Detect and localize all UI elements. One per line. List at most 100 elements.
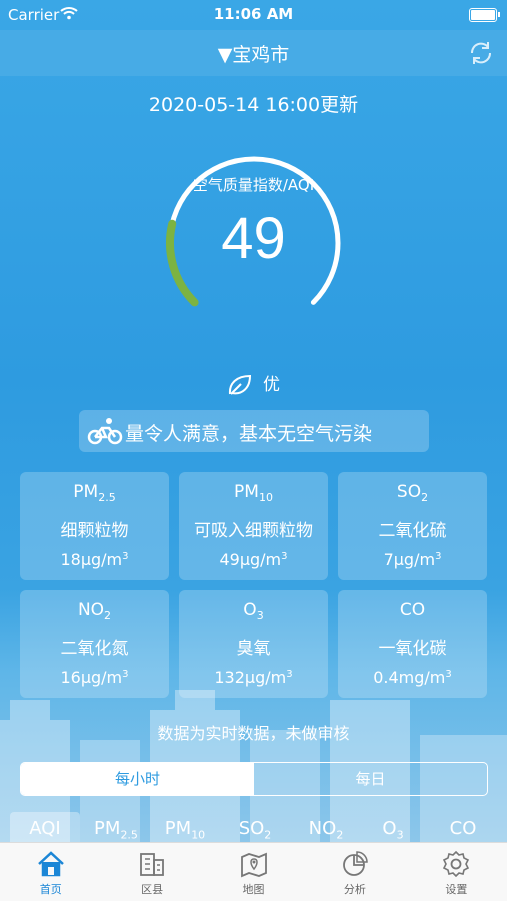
pollutant-tab-symbol: O — [382, 818, 397, 839]
pollutant-symbol-subscript: 10 — [258, 491, 273, 504]
clock: 11:06 AM — [213, 5, 294, 23]
pollutant-value-text: 0.4mg/m — [373, 668, 446, 687]
pollutant-tab-symbol: NO — [308, 818, 337, 839]
aqi-label: 空气质量指数/AQI — [192, 176, 315, 194]
pollutant-tab[interactable]: SO2 — [220, 812, 290, 842]
aqi-level-text: 优 — [263, 375, 280, 395]
pollutant-value: 49μg/m3 — [179, 550, 328, 569]
pollutant-tab[interactable]: PM10 — [150, 812, 220, 842]
aqi-level: 优 — [0, 370, 507, 397]
tab-home[interactable]: 首页 — [0, 843, 101, 901]
status-bar: Carrier 11:06 AM — [0, 0, 507, 30]
pollutant-tab-subscript: 2 — [264, 828, 272, 842]
pollutant-value: 7μg/m3 — [338, 550, 487, 569]
buildings-icon — [140, 853, 165, 876]
tab-analysis-label: 分析 — [343, 883, 366, 896]
pollutant-symbol-subscript: 3 — [256, 609, 264, 622]
pollutant-tab-subscript: 10 — [191, 828, 206, 842]
pollutant-value-text: 49μg/m — [219, 550, 282, 569]
tab-bar: 首页 区县 地图 分析 设置 — [0, 842, 507, 901]
pollutant-card-o3[interactable]: O3 臭氧 132μg/m3 — [179, 590, 328, 698]
pollutant-value-text: 16μg/m — [60, 668, 123, 687]
pollutant-tabs: AQI PM2.5 PM10 SO2 NO2 O3 CO — [0, 812, 507, 842]
time-range-segment: 每小时 每日 — [20, 762, 488, 796]
pollutant-symbol: SO2 — [338, 482, 487, 504]
pollutant-tab-subscript: 2 — [336, 828, 344, 842]
pollutant-symbol-text: NO — [77, 600, 105, 620]
pollutant-value-text: 7μg/m — [383, 550, 436, 569]
pollutant-tab[interactable]: CO — [428, 812, 498, 842]
nav-bar: ▼宝鸡市 — [0, 30, 507, 76]
pie-chart-icon — [343, 851, 368, 876]
aqi-value: 49 — [221, 206, 286, 271]
pollutant-symbol-subscript: 2.5 — [98, 491, 116, 504]
pollutant-card-so2[interactable]: SO2 二氧化硫 7μg/m3 — [338, 472, 487, 580]
bicycle-icon — [87, 418, 123, 445]
health-advice-text: 量令人满意，基本无空气污染 — [125, 423, 373, 445]
data-notice: 数据为实时数据，未做审核 — [157, 724, 350, 743]
update-time: 2020-05-14 16:00更新 — [148, 94, 359, 116]
pollutant-value-text: 18μg/m — [60, 550, 123, 569]
pollutant-value: 18μg/m3 — [20, 550, 169, 569]
pollutant-tab-symbol: PM — [164, 818, 192, 839]
pollutant-value: 16μg/m3 — [20, 668, 169, 687]
leaf-icon — [228, 374, 252, 395]
map-icon — [240, 852, 267, 878]
pollutant-symbol-text: SO — [396, 482, 422, 502]
pollutant-card-pm25[interactable]: PM2.5 细颗粒物 18μg/m3 — [20, 472, 169, 580]
pollutant-symbol: O3 — [179, 600, 328, 622]
pollutant-tab-symbol: PM — [94, 818, 121, 839]
tab-map-label: 地图 — [242, 883, 265, 896]
pollutant-name: 一氧化碳 — [378, 639, 447, 659]
pollutant-value-unit-exponent: 3 — [122, 551, 129, 562]
battery-icon — [469, 8, 500, 22]
pollutant-tab-subscript: 2.5 — [120, 828, 138, 842]
pollutant-tab[interactable]: O3 — [362, 812, 424, 842]
pollutant-tab-subscript: 3 — [396, 828, 404, 842]
pollutant-symbol: CO — [338, 600, 487, 622]
segment-hourly[interactable]: 每小时 — [21, 763, 254, 795]
tab-settings-label: 设置 — [445, 883, 468, 896]
refresh-icon[interactable] — [467, 39, 495, 67]
pollutant-value: 0.4mg/m3 — [338, 668, 487, 687]
pollutant-value-text: 132μg/m — [214, 668, 287, 687]
pollutant-value-unit-exponent: 3 — [122, 669, 129, 680]
tab-map[interactable]: 地图 — [203, 843, 304, 901]
pollutant-symbol-text: O — [243, 600, 257, 620]
tab-settings[interactable]: 设置 — [406, 843, 507, 901]
pollutant-card-no2[interactable]: NO2 二氧化氮 16μg/m3 — [20, 590, 169, 698]
pollutant-tab-symbol: AQI — [29, 818, 61, 839]
pollutant-symbol-text: PM — [234, 482, 259, 502]
pollutant-tab[interactable]: NO2 — [290, 812, 362, 842]
segment-daily[interactable]: 每日 — [254, 763, 487, 795]
health-advice: 量令人满意，基本无空气污染 — [79, 410, 429, 452]
pollutant-value-unit-exponent: 3 — [281, 551, 288, 562]
pollutant-value: 132μg/m3 — [179, 668, 328, 687]
pollutant-name: 可吸入细颗粒物 — [194, 521, 313, 541]
pollutant-card-co[interactable]: CO 一氧化碳 0.4mg/m3 — [338, 590, 487, 698]
pollutant-value-unit-exponent: 3 — [286, 669, 293, 680]
pollutant-value-unit-exponent: 3 — [445, 669, 452, 680]
home-icon — [37, 851, 64, 877]
city-selector[interactable]: ▼宝鸡市 — [0, 40, 507, 67]
pollutant-tab[interactable]: PM2.5 — [80, 812, 152, 842]
tab-districts-label: 区县 — [141, 883, 164, 896]
pollutant-symbol: PM2.5 — [20, 482, 169, 504]
pollutant-symbol-text: CO — [399, 600, 426, 620]
pollutant-tab-symbol: SO — [238, 818, 265, 839]
pollutant-tab-symbol: CO — [449, 818, 477, 839]
pollutant-name: 二氧化硫 — [378, 521, 447, 541]
pollutant-name: 二氧化氮 — [60, 639, 129, 659]
tab-analysis[interactable]: 分析 — [304, 843, 405, 901]
pollutant-tab[interactable]: AQI — [10, 812, 80, 842]
pollutant-symbol-subscript: 2 — [104, 609, 112, 622]
pollutant-symbol-text: PM — [73, 482, 99, 502]
pollutant-symbol: NO2 — [20, 600, 169, 622]
pollutant-value-unit-exponent: 3 — [435, 551, 442, 562]
tab-districts[interactable]: 区县 — [101, 843, 202, 901]
tab-home-label: 首页 — [39, 883, 62, 896]
pollutant-name: 细颗粒物 — [60, 521, 129, 541]
pollutant-name: 臭氧 — [236, 639, 271, 659]
pollutant-symbol-subscript: 2 — [421, 491, 429, 504]
pollutant-card-pm10[interactable]: PM10 可吸入细颗粒物 49μg/m3 — [179, 472, 328, 580]
